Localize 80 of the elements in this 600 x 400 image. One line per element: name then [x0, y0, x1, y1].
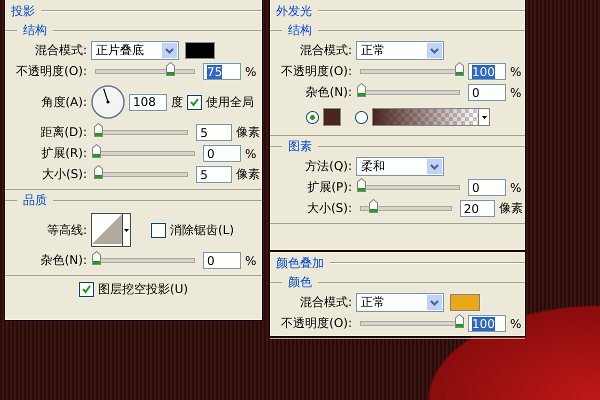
color-swatch[interactable] — [450, 294, 480, 311]
field-label: 不透明度(O): — [280, 315, 352, 332]
field-label: 混合模式: — [298, 294, 352, 311]
number-field[interactable]: 100 — [468, 63, 506, 80]
field-label: 杂色(N): — [40, 252, 87, 269]
slider-thumb[interactable] — [92, 251, 101, 265]
unit-label: 度 — [171, 94, 183, 110]
slider-thumb[interactable] — [368, 199, 378, 213]
number-field[interactable]: 5 — [196, 124, 232, 141]
unit-label: % — [245, 146, 256, 160]
number-field[interactable]: 5 — [196, 166, 232, 183]
radio-button[interactable] — [306, 110, 319, 124]
unit-label: % — [245, 64, 256, 78]
unit-label: 像素 — [499, 200, 523, 217]
field-label: 混合模式: — [34, 42, 87, 59]
field-label: 距离(D): — [39, 124, 87, 141]
field-label: 等高线: — [46, 222, 87, 238]
number-field[interactable]: 75 — [203, 63, 241, 80]
slider-thumb[interactable] — [357, 178, 366, 192]
gradient-picker[interactable] — [372, 108, 490, 126]
number-field[interactable]: 0 — [468, 179, 506, 196]
radio-button[interactable] — [355, 110, 368, 124]
dropdown[interactable]: 正常 — [356, 293, 444, 312]
panel-title: 颜色叠加 — [276, 254, 324, 272]
chevron-icon — [162, 43, 177, 58]
unit-label: % — [510, 180, 522, 194]
chevron-icon — [427, 159, 442, 174]
chevron-icon — [427, 43, 442, 58]
dropdown-arrow-icon — [124, 228, 129, 232]
slider-thumb[interactable] — [455, 62, 464, 76]
field-label: 杂色(N): — [304, 84, 352, 101]
dropdown[interactable]: 正常 — [356, 41, 444, 60]
field-label: 角度(A): — [40, 94, 87, 110]
unit-label: 像素 — [236, 166, 260, 183]
section-title: 颜色 — [288, 274, 312, 290]
color-swatch[interactable] — [323, 108, 341, 126]
unit-label: % — [245, 254, 256, 268]
dropdown[interactable]: 正片叠底 — [91, 41, 179, 60]
slider-thumb[interactable] — [357, 83, 366, 97]
checkbox-label: 图层挖空投影(U) — [98, 281, 188, 298]
panel-title: 投影 — [11, 2, 35, 20]
number-field[interactable]: 100 — [468, 315, 506, 332]
section-title: 品质 — [23, 192, 47, 208]
section-title: 结构 — [23, 22, 47, 38]
field-label: 大小(S): — [40, 166, 87, 183]
panel-title: 外发光 — [276, 2, 312, 20]
dropdown-arrow-icon — [482, 116, 486, 118]
checkbox[interactable] — [187, 94, 202, 110]
field-label: 扩展(R): — [40, 145, 87, 162]
unit-label: 像素 — [236, 124, 260, 141]
section-title: 图素 — [288, 138, 312, 154]
number-field[interactable]: 0 — [203, 145, 241, 162]
checkbox-label: 消除锯齿(L) — [170, 222, 234, 238]
contour-picker[interactable] — [91, 213, 131, 247]
section-title: 结构 — [288, 22, 312, 38]
field-label: 大小(S): — [306, 200, 352, 217]
checkbox[interactable] — [151, 222, 166, 238]
field-label: 不透明度(O): — [280, 63, 352, 80]
number-field[interactable]: 0 — [468, 84, 506, 101]
number-field[interactable]: 20 — [460, 200, 495, 217]
unit-label: % — [510, 86, 522, 100]
unit-label: % — [510, 316, 522, 330]
chevron-icon — [427, 295, 442, 310]
angle-dial[interactable] — [91, 85, 125, 119]
number-field[interactable]: 108 — [129, 94, 167, 110]
checkbox-label: 使用全局 — [206, 94, 254, 110]
slider-thumb[interactable] — [166, 62, 174, 76]
color-swatch[interactable] — [185, 42, 215, 59]
field-label: 混合模式: — [298, 42, 352, 59]
field-label: 方法(Q): — [304, 158, 352, 175]
number-field[interactable]: 0 — [203, 252, 241, 269]
unit-label: % — [510, 64, 522, 78]
slider-thumb[interactable] — [94, 123, 103, 137]
slider-thumb[interactable] — [455, 314, 464, 328]
field-label: 扩展(P): — [306, 179, 352, 196]
checkbox[interactable] — [78, 282, 94, 297]
dropdown[interactable]: 柔和 — [356, 157, 444, 176]
field-label: 不透明度(O): — [15, 63, 87, 80]
slider-thumb[interactable] — [92, 144, 101, 158]
slider-thumb[interactable] — [94, 165, 103, 179]
